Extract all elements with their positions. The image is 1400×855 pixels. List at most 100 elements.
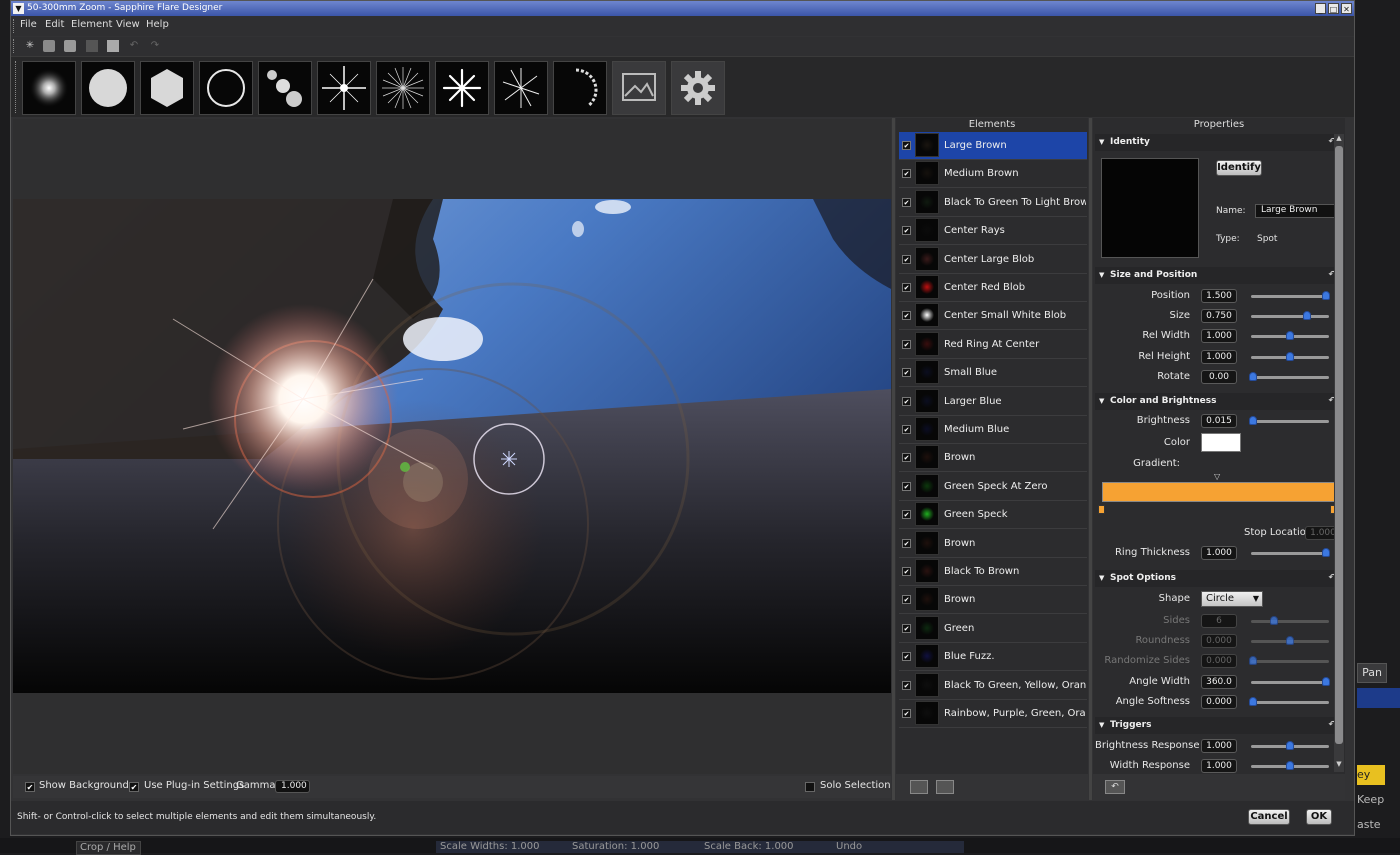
color-brightness-section-header[interactable]: ▼ Color and Brightness ↶ bbox=[1095, 393, 1341, 410]
element-visible-checkbox[interactable]: ✔ bbox=[902, 368, 911, 378]
new-flare-icon[interactable]: ✳ bbox=[24, 40, 36, 52]
bg-key-button[interactable]: ey bbox=[1357, 765, 1385, 785]
slider-knob[interactable] bbox=[1286, 741, 1294, 750]
gradient-stop-left[interactable] bbox=[1098, 505, 1105, 514]
size-position-section-header[interactable]: ▼ Size and Position ↶ bbox=[1095, 267, 1341, 284]
property-value-field[interactable]: 0.00 bbox=[1201, 369, 1237, 384]
ring-thickness-field[interactable]: 1.000 bbox=[1201, 546, 1237, 560]
element-row[interactable]: ✔ Brown bbox=[899, 444, 1087, 473]
brightness-slider[interactable] bbox=[1249, 416, 1329, 425]
property-value-field[interactable]: 360.0 bbox=[1201, 674, 1237, 689]
bg-paste-button[interactable]: aste bbox=[1357, 818, 1392, 834]
element-visible-checkbox[interactable]: ✔ bbox=[902, 709, 911, 718]
streaks-element-icon[interactable] bbox=[494, 61, 548, 115]
title-bar[interactable]: ▼ 50-300mm Zoom - Sapphire Flare Designe… bbox=[11, 1, 1354, 16]
menu-help[interactable]: Help bbox=[146, 19, 169, 30]
element-row[interactable]: ✔ Rainbow, Purple, Green, Orange bbox=[899, 700, 1087, 728]
delete-element-icon[interactable] bbox=[936, 780, 954, 794]
maximize-icon[interactable]: □ bbox=[1328, 3, 1339, 14]
collapse-icon[interactable]: ▼ bbox=[1099, 267, 1104, 284]
element-visible-checkbox[interactable]: ✔ bbox=[902, 283, 911, 292]
slider-knob[interactable] bbox=[1321, 676, 1330, 686]
slider-knob[interactable] bbox=[1286, 331, 1294, 341]
property-slider[interactable] bbox=[1251, 741, 1329, 750]
property-slider[interactable] bbox=[1251, 291, 1330, 300]
element-row[interactable]: ✔ Larger Blue bbox=[899, 388, 1087, 416]
minimize-icon[interactable]: _ bbox=[1315, 3, 1326, 14]
slider-knob[interactable] bbox=[1248, 696, 1257, 706]
shape-dropdown[interactable]: Circle ▼ bbox=[1201, 591, 1263, 607]
property-value-field[interactable]: 1.000 bbox=[1201, 739, 1237, 753]
element-visible-checkbox[interactable]: ✔ bbox=[902, 623, 911, 633]
triggers-section-header[interactable]: ▼ Triggers ↶ bbox=[1095, 717, 1341, 734]
property-value-field[interactable]: 1.000 bbox=[1201, 759, 1237, 774]
element-visible-checkbox[interactable]: ✔ bbox=[902, 197, 911, 207]
property-value-field[interactable]: 0.750 bbox=[1201, 309, 1237, 324]
viewport-splitter[interactable] bbox=[892, 118, 895, 800]
element-row[interactable]: ✔ Medium Blue bbox=[899, 416, 1087, 444]
property-slider[interactable] bbox=[1251, 351, 1329, 361]
close-icon[interactable]: ✕ bbox=[1341, 3, 1352, 14]
property-slider[interactable] bbox=[1248, 696, 1329, 706]
element-visible-checkbox[interactable]: ✔ bbox=[902, 680, 911, 690]
bg-scale-back[interactable]: Scale Back: 1.000 bbox=[700, 841, 832, 853]
menu-edit[interactable]: Edit bbox=[45, 19, 64, 30]
collapse-icon[interactable]: ▼ bbox=[1099, 570, 1104, 587]
open-folder-icon[interactable] bbox=[43, 40, 55, 52]
bg-keep-button[interactable]: Keep bbox=[1357, 793, 1392, 809]
bg-pan-button[interactable]: Pan bbox=[1357, 663, 1387, 683]
disc-element-icon[interactable] bbox=[81, 61, 135, 115]
scroll-down-icon[interactable]: ▼ bbox=[1334, 760, 1344, 770]
use-plugin-checkbox[interactable]: ✔ bbox=[129, 782, 139, 792]
element-row[interactable]: ✔ Green bbox=[899, 615, 1087, 643]
element-visible-checkbox[interactable]: ✔ bbox=[902, 453, 911, 463]
element-row[interactable]: ✔ Center Small White Blob bbox=[899, 302, 1087, 331]
slider-knob[interactable] bbox=[1321, 548, 1330, 557]
element-visible-checkbox[interactable]: ✔ bbox=[902, 652, 911, 662]
element-row[interactable]: ✔ Small Blue bbox=[899, 359, 1087, 388]
arc-element-icon[interactable] bbox=[553, 61, 607, 115]
bg-saturation[interactable]: Saturation: 1.000 bbox=[568, 841, 700, 853]
ok-button[interactable]: OK bbox=[1306, 809, 1332, 825]
scrollbar-thumb[interactable] bbox=[1335, 146, 1343, 744]
element-row[interactable]: ✔ Large Brown bbox=[899, 132, 1087, 160]
duplicate-element-icon[interactable] bbox=[910, 780, 928, 794]
property-slider[interactable] bbox=[1248, 371, 1329, 381]
flare-preview-viewport[interactable] bbox=[13, 119, 891, 774]
save-icon[interactable] bbox=[107, 40, 119, 52]
properties-scrollbar[interactable]: ▲ ▼ bbox=[1334, 134, 1344, 772]
element-visible-checkbox[interactable]: ✔ bbox=[902, 169, 911, 179]
collapse-icon[interactable]: ▼ bbox=[1099, 393, 1104, 410]
identify-button[interactable]: Identify bbox=[1216, 160, 1262, 176]
slider-knob[interactable] bbox=[1286, 761, 1294, 771]
gamma-field[interactable]: 1.000 bbox=[275, 780, 310, 793]
property-slider[interactable] bbox=[1251, 331, 1329, 341]
slider-knob[interactable] bbox=[1249, 416, 1258, 425]
background-image-icon[interactable] bbox=[612, 61, 666, 115]
property-value-field[interactable]: 0.000 bbox=[1201, 694, 1237, 709]
element-row[interactable]: ✔ Brown bbox=[899, 530, 1087, 558]
property-value-field[interactable]: 1.000 bbox=[1201, 329, 1237, 344]
element-row[interactable]: ✔ Medium Brown bbox=[899, 160, 1087, 189]
element-row[interactable]: ✔ Black To Green, Yellow, Orange, ... bbox=[899, 672, 1087, 700]
window-menu-icon[interactable]: ▼ bbox=[13, 3, 24, 14]
element-visible-checkbox[interactable]: ✔ bbox=[902, 595, 911, 605]
element-visible-checkbox[interactable]: ✔ bbox=[902, 510, 911, 520]
element-row[interactable]: ✔ Green Speck At Zero bbox=[899, 473, 1087, 501]
slider-knob[interactable] bbox=[1303, 311, 1312, 321]
element-visible-checkbox[interactable]: ✔ bbox=[902, 425, 911, 434]
cancel-button[interactable]: Cancel bbox=[1248, 809, 1290, 825]
element-visible-checkbox[interactable]: ✔ bbox=[902, 141, 911, 150]
element-row[interactable]: ✔ Center Red Blob bbox=[899, 274, 1087, 302]
multi-disc-element-icon[interactable] bbox=[258, 61, 312, 115]
open-recent-icon[interactable] bbox=[64, 40, 76, 52]
bg-undo[interactable]: Undo bbox=[832, 841, 964, 853]
solo-selection-checkbox[interactable] bbox=[805, 782, 815, 792]
element-row[interactable]: ✔ Center Large Blob bbox=[899, 246, 1087, 274]
star-element-icon[interactable] bbox=[317, 61, 371, 115]
element-visible-checkbox[interactable]: ✔ bbox=[902, 311, 911, 321]
color-swatch[interactable] bbox=[1201, 433, 1241, 452]
element-row[interactable]: ✔ Center Rays bbox=[899, 217, 1087, 246]
element-visible-checkbox[interactable]: ✔ bbox=[902, 396, 911, 406]
hexagon-element-icon[interactable] bbox=[140, 61, 194, 115]
